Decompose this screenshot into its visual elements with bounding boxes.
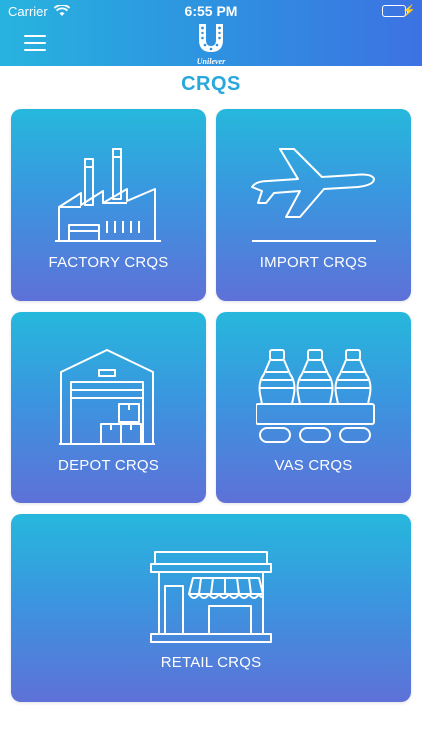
warehouse-icon: [59, 349, 155, 445]
airplane-icon: [251, 148, 376, 242]
clock: 6:55 PM: [184, 3, 238, 19]
tile-label: IMPORT CRQS: [259, 254, 368, 271]
unilever-logo-icon: [199, 24, 223, 52]
brand-name: Unilever: [196, 57, 226, 66]
hamburger-menu-button[interactable]: [24, 35, 46, 51]
factory-icon: [55, 148, 161, 242]
tile-label: FACTORY CRQS: [48, 254, 169, 271]
status-bar: Carrier 6:55 PM ⚡: [0, 0, 422, 22]
tile-label: VAS CRQS: [274, 457, 353, 474]
store-icon: [150, 551, 272, 643]
charging-icon: ⚡: [402, 5, 416, 17]
tile-factory-crqs[interactable]: FACTORY CRQS: [11, 109, 206, 301]
unilever-logo: Unilever: [194, 22, 228, 66]
tile-vas-crqs[interactable]: VAS CRQS: [216, 312, 411, 503]
tile-depot-crqs[interactable]: DEPOT CRQS: [11, 312, 206, 503]
tile-retail-crqs[interactable]: RETAIL CRQS: [11, 514, 411, 702]
app-header: Carrier 6:55 PM ⚡ Unilever: [0, 0, 422, 66]
tile-label: RETAIL CRQS: [160, 654, 262, 671]
tile-import-crqs[interactable]: IMPORT CRQS: [216, 109, 411, 301]
bottles-icon: [256, 349, 375, 443]
page-title: CRQS: [181, 73, 241, 95]
tile-label: DEPOT CRQS: [58, 457, 159, 474]
